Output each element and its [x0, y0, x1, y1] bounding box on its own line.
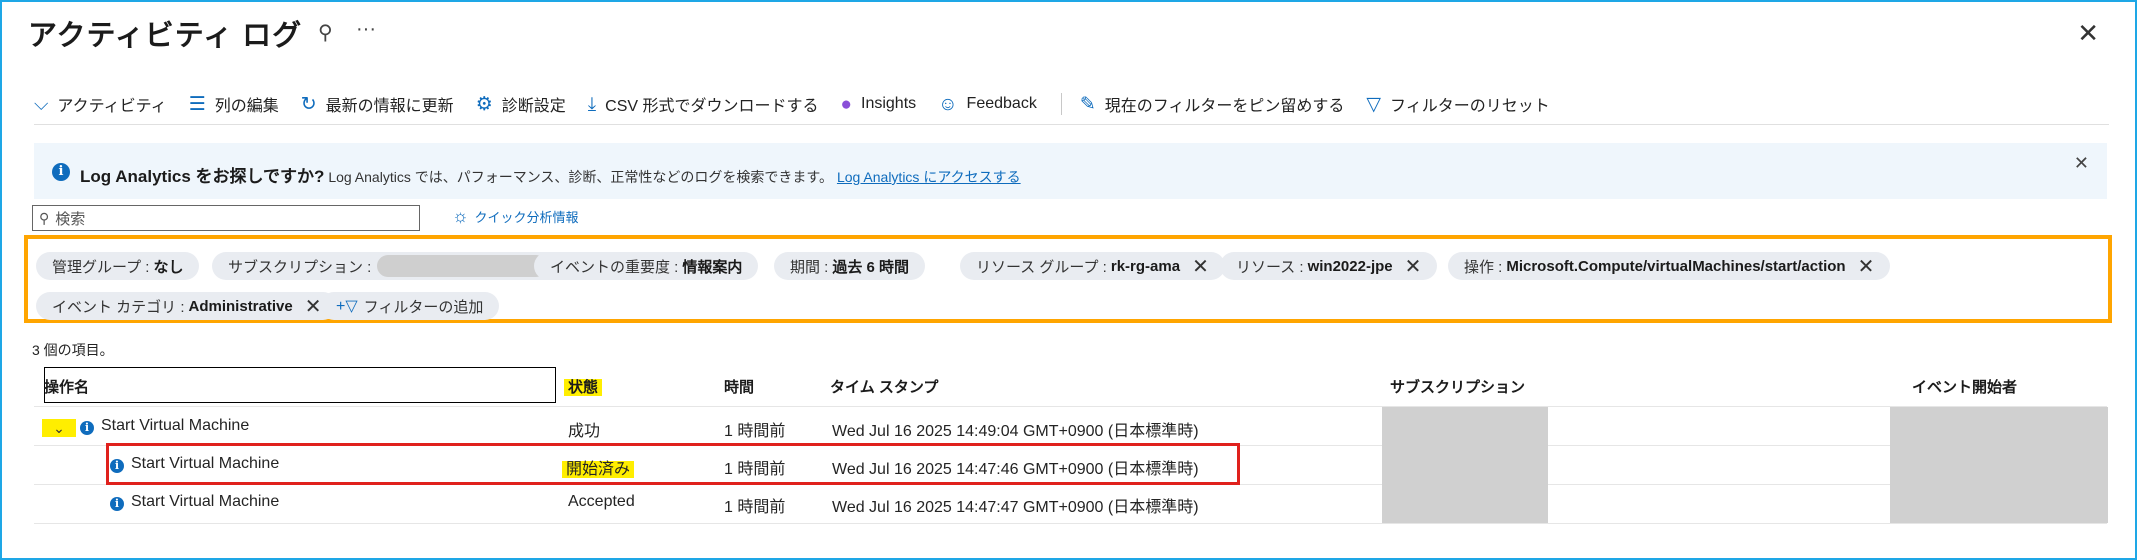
filter-mgmt-group[interactable]: 管理グループ : なし [36, 252, 200, 280]
row-divider [34, 406, 2107, 407]
column-time[interactable]: 時間 [724, 376, 754, 397]
column-header-highlight [44, 367, 556, 403]
close-icon[interactable]: ✕ [2077, 18, 2099, 49]
pin-filters-button[interactable]: ✎ 現在のフィルターをピン留めする [1080, 92, 1345, 116]
toolbar-separator [1060, 93, 1062, 115]
column-status[interactable]: 状態 [564, 376, 603, 397]
redacted-value [377, 255, 548, 277]
row-time: 1 時間前 [724, 499, 786, 516]
filter-icon: ▽ [1366, 93, 1382, 115]
diagnostic-settings-button[interactable]: ⚙ 診断設定 [476, 92, 566, 116]
chevron-down-icon: ⌵ [34, 93, 49, 115]
add-filter-icon: +▽ [336, 298, 358, 315]
log-analytics-banner: i Log Analytics をお探しですか? Log Analytics で… [34, 143, 2107, 199]
filter-period[interactable]: 期間 : 過去 6 時間 [774, 252, 926, 280]
insights-button[interactable]: ● Insights [841, 95, 917, 114]
remove-filter-icon[interactable]: ✕ [1405, 254, 1422, 279]
pin-icon: ✎ [1079, 93, 1096, 115]
table-row[interactable]: i Start Virtual Machine [80, 417, 249, 435]
bulb-icon: ● [840, 93, 852, 115]
search-icon: ⚲ [39, 209, 50, 226]
refresh-icon: ↻ [300, 93, 317, 115]
download-icon: ⤓ [587, 93, 597, 115]
redacted-subscription [1382, 407, 1548, 523]
banner-heading: Log Analytics をお探しですか? [80, 167, 325, 186]
column-op-name[interactable]: 操作名 [44, 376, 89, 397]
banner-text: Log Analytics をお探しですか? Log Analytics では、… [80, 162, 1021, 187]
search-input[interactable]: ⚲ 検索 [32, 205, 420, 231]
row-status: 成功 [568, 423, 601, 440]
more-options-icon[interactable]: ··· [356, 18, 376, 41]
gear-icon: ⚙ [475, 93, 493, 115]
toolbar-divider [34, 124, 2109, 125]
filter-severity[interactable]: イベントの重要度 : 情報案内 [534, 252, 759, 280]
filter-resource-group[interactable]: リソース グループ : rk-rg-ama ✕ [960, 252, 1225, 280]
activity-button[interactable]: ⌵ アクティビティ [34, 92, 167, 116]
filter-subscription[interactable]: サブスクリプション : [212, 252, 564, 280]
redacted-initiator [1890, 407, 2108, 523]
reset-filters-button[interactable]: ▽ フィルターのリセット [1366, 92, 1549, 116]
row-timestamp: Wed Jul 16 2025 14:47:46 GMT+0900 (日本標準時… [832, 461, 1199, 478]
info-icon: i [52, 163, 70, 181]
item-count: 3 個の項目。 [32, 342, 114, 358]
column-subscription[interactable]: サブスクリプション [1390, 376, 1525, 397]
banner-link[interactable]: Log Analytics にアクセスする [837, 169, 1021, 185]
edit-columns-button[interactable]: ☰ 列の編集 [189, 92, 279, 116]
filter-operation[interactable]: 操作 : Microsoft.Compute/virtualMachines/st… [1448, 252, 1891, 280]
info-icon: i [110, 459, 124, 473]
row-timestamp: Wed Jul 16 2025 14:47:47 GMT+0900 (日本標準時… [832, 499, 1199, 516]
page-title: アクティビティ ログ [28, 20, 303, 52]
list-icon: ☰ [188, 93, 206, 115]
row-time: 1 時間前 [724, 461, 786, 478]
feedback-icon: ☺ [938, 93, 958, 115]
download-csv-button[interactable]: ⤓ CSV 形式でダウンロードする [588, 92, 819, 116]
filter-event-category[interactable]: イベント カテゴリ : Administrative ✕ [36, 292, 338, 320]
refresh-button[interactable]: ↻ 最新の情報に更新 [301, 92, 454, 116]
feedback-button[interactable]: ☺ Feedback [938, 95, 1037, 114]
info-icon: i [110, 497, 124, 511]
banner-body: Log Analytics では、パフォーマンス、診断、正常性などのログを検索で… [328, 169, 834, 185]
column-timestamp[interactable]: タイム スタンプ [830, 376, 938, 397]
add-filter-button[interactable]: +▽ フィルターの追加 [320, 292, 500, 320]
remove-filter-icon[interactable]: ✕ [305, 294, 322, 319]
expand-chevron-icon[interactable]: ⌄ [42, 419, 76, 437]
remove-filter-icon[interactable]: ✕ [1192, 254, 1209, 279]
row-timestamp: Wed Jul 16 2025 14:49:04 GMT+0900 (日本標準時… [832, 423, 1199, 440]
row-status: Accepted [568, 493, 635, 510]
row-divider [34, 523, 2107, 524]
command-toolbar: ⌵ アクティビティ ☰ 列の編集 ↻ 最新の情報に更新 ⚙ 診断設定 ⤓ CSV 形式でダ… [34, 90, 1572, 118]
banner-close-icon[interactable]: ✕ [2074, 153, 2089, 174]
pin-icon[interactable]: ⚲ [318, 20, 333, 45]
search-placeholder: 検索 [55, 210, 86, 228]
remove-filter-icon[interactable]: ✕ [1858, 254, 1875, 279]
table-row[interactable]: i Start Virtual Machine [110, 455, 279, 473]
info-icon: i [80, 421, 94, 435]
row-status: 開始済み [562, 455, 635, 479]
quick-insights-link[interactable]: ☼ クイック分析情報 [452, 206, 579, 227]
table-row[interactable]: i Start Virtual Machine [110, 493, 279, 511]
row-time: 1 時間前 [724, 423, 786, 440]
lightbulb-icon: ☼ [452, 206, 469, 226]
column-initiator[interactable]: イベント開始者 [1912, 376, 2017, 397]
filter-resource[interactable]: リソース : win2022-jpe ✕ [1220, 252, 1438, 280]
